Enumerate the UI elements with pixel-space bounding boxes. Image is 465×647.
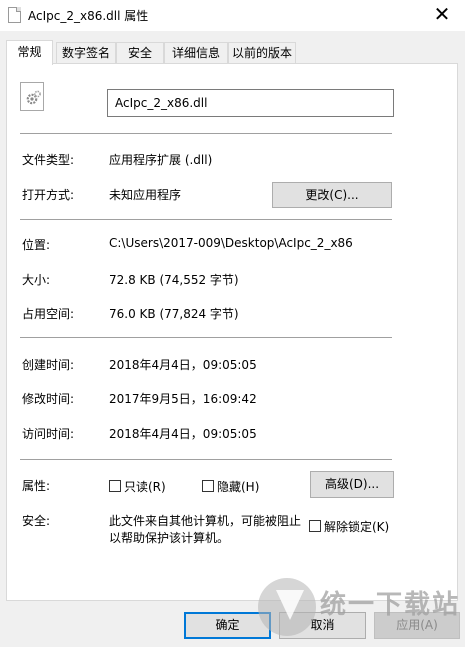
tab-previous-versions[interactable]: 以前的版本 [228, 42, 296, 63]
cancel-button[interactable]: 取消 [279, 612, 366, 639]
size-label: 大小: [22, 273, 51, 287]
readonly-checkbox[interactable] [109, 480, 121, 492]
window-title: AcIpc_2_x86.dll 属性 [28, 9, 149, 23]
file-type-value: 应用程序扩展 (.dll) [109, 153, 213, 167]
gear-icon [26, 90, 41, 105]
tab-general[interactable]: 常规 [6, 40, 53, 65]
location-label: 位置: [22, 238, 51, 252]
size-on-disk-value: 76.0 KB (77,824 字节) [109, 307, 239, 321]
created-label: 创建时间: [22, 358, 75, 372]
apply-button[interactable]: 应用(A) [374, 612, 460, 639]
ok-button[interactable]: 确定 [184, 612, 271, 639]
hidden-label[interactable]: 隐藏(H) [217, 478, 259, 495]
security-label: 安全: [22, 514, 51, 528]
modified-label: 修改时间: [22, 392, 75, 406]
readonly-label[interactable]: 只读(R) [124, 478, 166, 495]
security-text-line2: 以帮助保护该计算机。 [109, 531, 230, 545]
size-on-disk-label: 占用空间: [22, 307, 75, 321]
separator [20, 219, 392, 220]
unblock-label[interactable]: 解除锁定(K) [324, 518, 389, 535]
tab-digital-signatures[interactable]: 数字签名 [56, 42, 116, 63]
title-bar: AcIpc_2_x86.dll 属性 ✕ [0, 0, 465, 31]
attributes-label: 属性: [22, 479, 51, 493]
file-type-label: 文件类型: [22, 153, 75, 167]
opens-with-value: 未知应用程序 [109, 188, 182, 202]
modified-value: 2017年9月5日，16:09:42 [109, 392, 257, 406]
dll-file-icon [20, 82, 44, 111]
tab-security[interactable]: 安全 [116, 42, 164, 63]
size-value: 72.8 KB (74,552 字节) [109, 273, 239, 287]
accessed-value: 2018年4月4日，09:05:05 [109, 427, 257, 441]
tab-strip: 常规 数字签名 安全 详细信息 以前的版本 [6, 40, 458, 65]
close-button[interactable]: ✕ [419, 0, 465, 31]
separator [20, 133, 392, 134]
security-text-line1: 此文件来自其他计算机，可能被阻止 [109, 514, 302, 528]
change-button[interactable]: 更改(C)... [272, 182, 392, 208]
hidden-checkbox[interactable] [202, 480, 214, 492]
file-icon [8, 7, 21, 23]
separator [20, 337, 392, 338]
advanced-button[interactable]: 高级(D)... [310, 471, 394, 498]
tab-details[interactable]: 详细信息 [164, 42, 228, 63]
created-value: 2018年4月4日，09:05:05 [109, 358, 257, 372]
opens-with-label: 打开方式: [22, 188, 75, 202]
separator [20, 459, 392, 460]
file-name-field[interactable]: AcIpc_2_x86.dll [107, 89, 394, 117]
unblock-checkbox[interactable] [309, 520, 321, 532]
accessed-label: 访问时间: [22, 427, 75, 441]
location-value: C:\Users\2017-009\Desktop\AcIpc_2_x86 [109, 236, 353, 250]
